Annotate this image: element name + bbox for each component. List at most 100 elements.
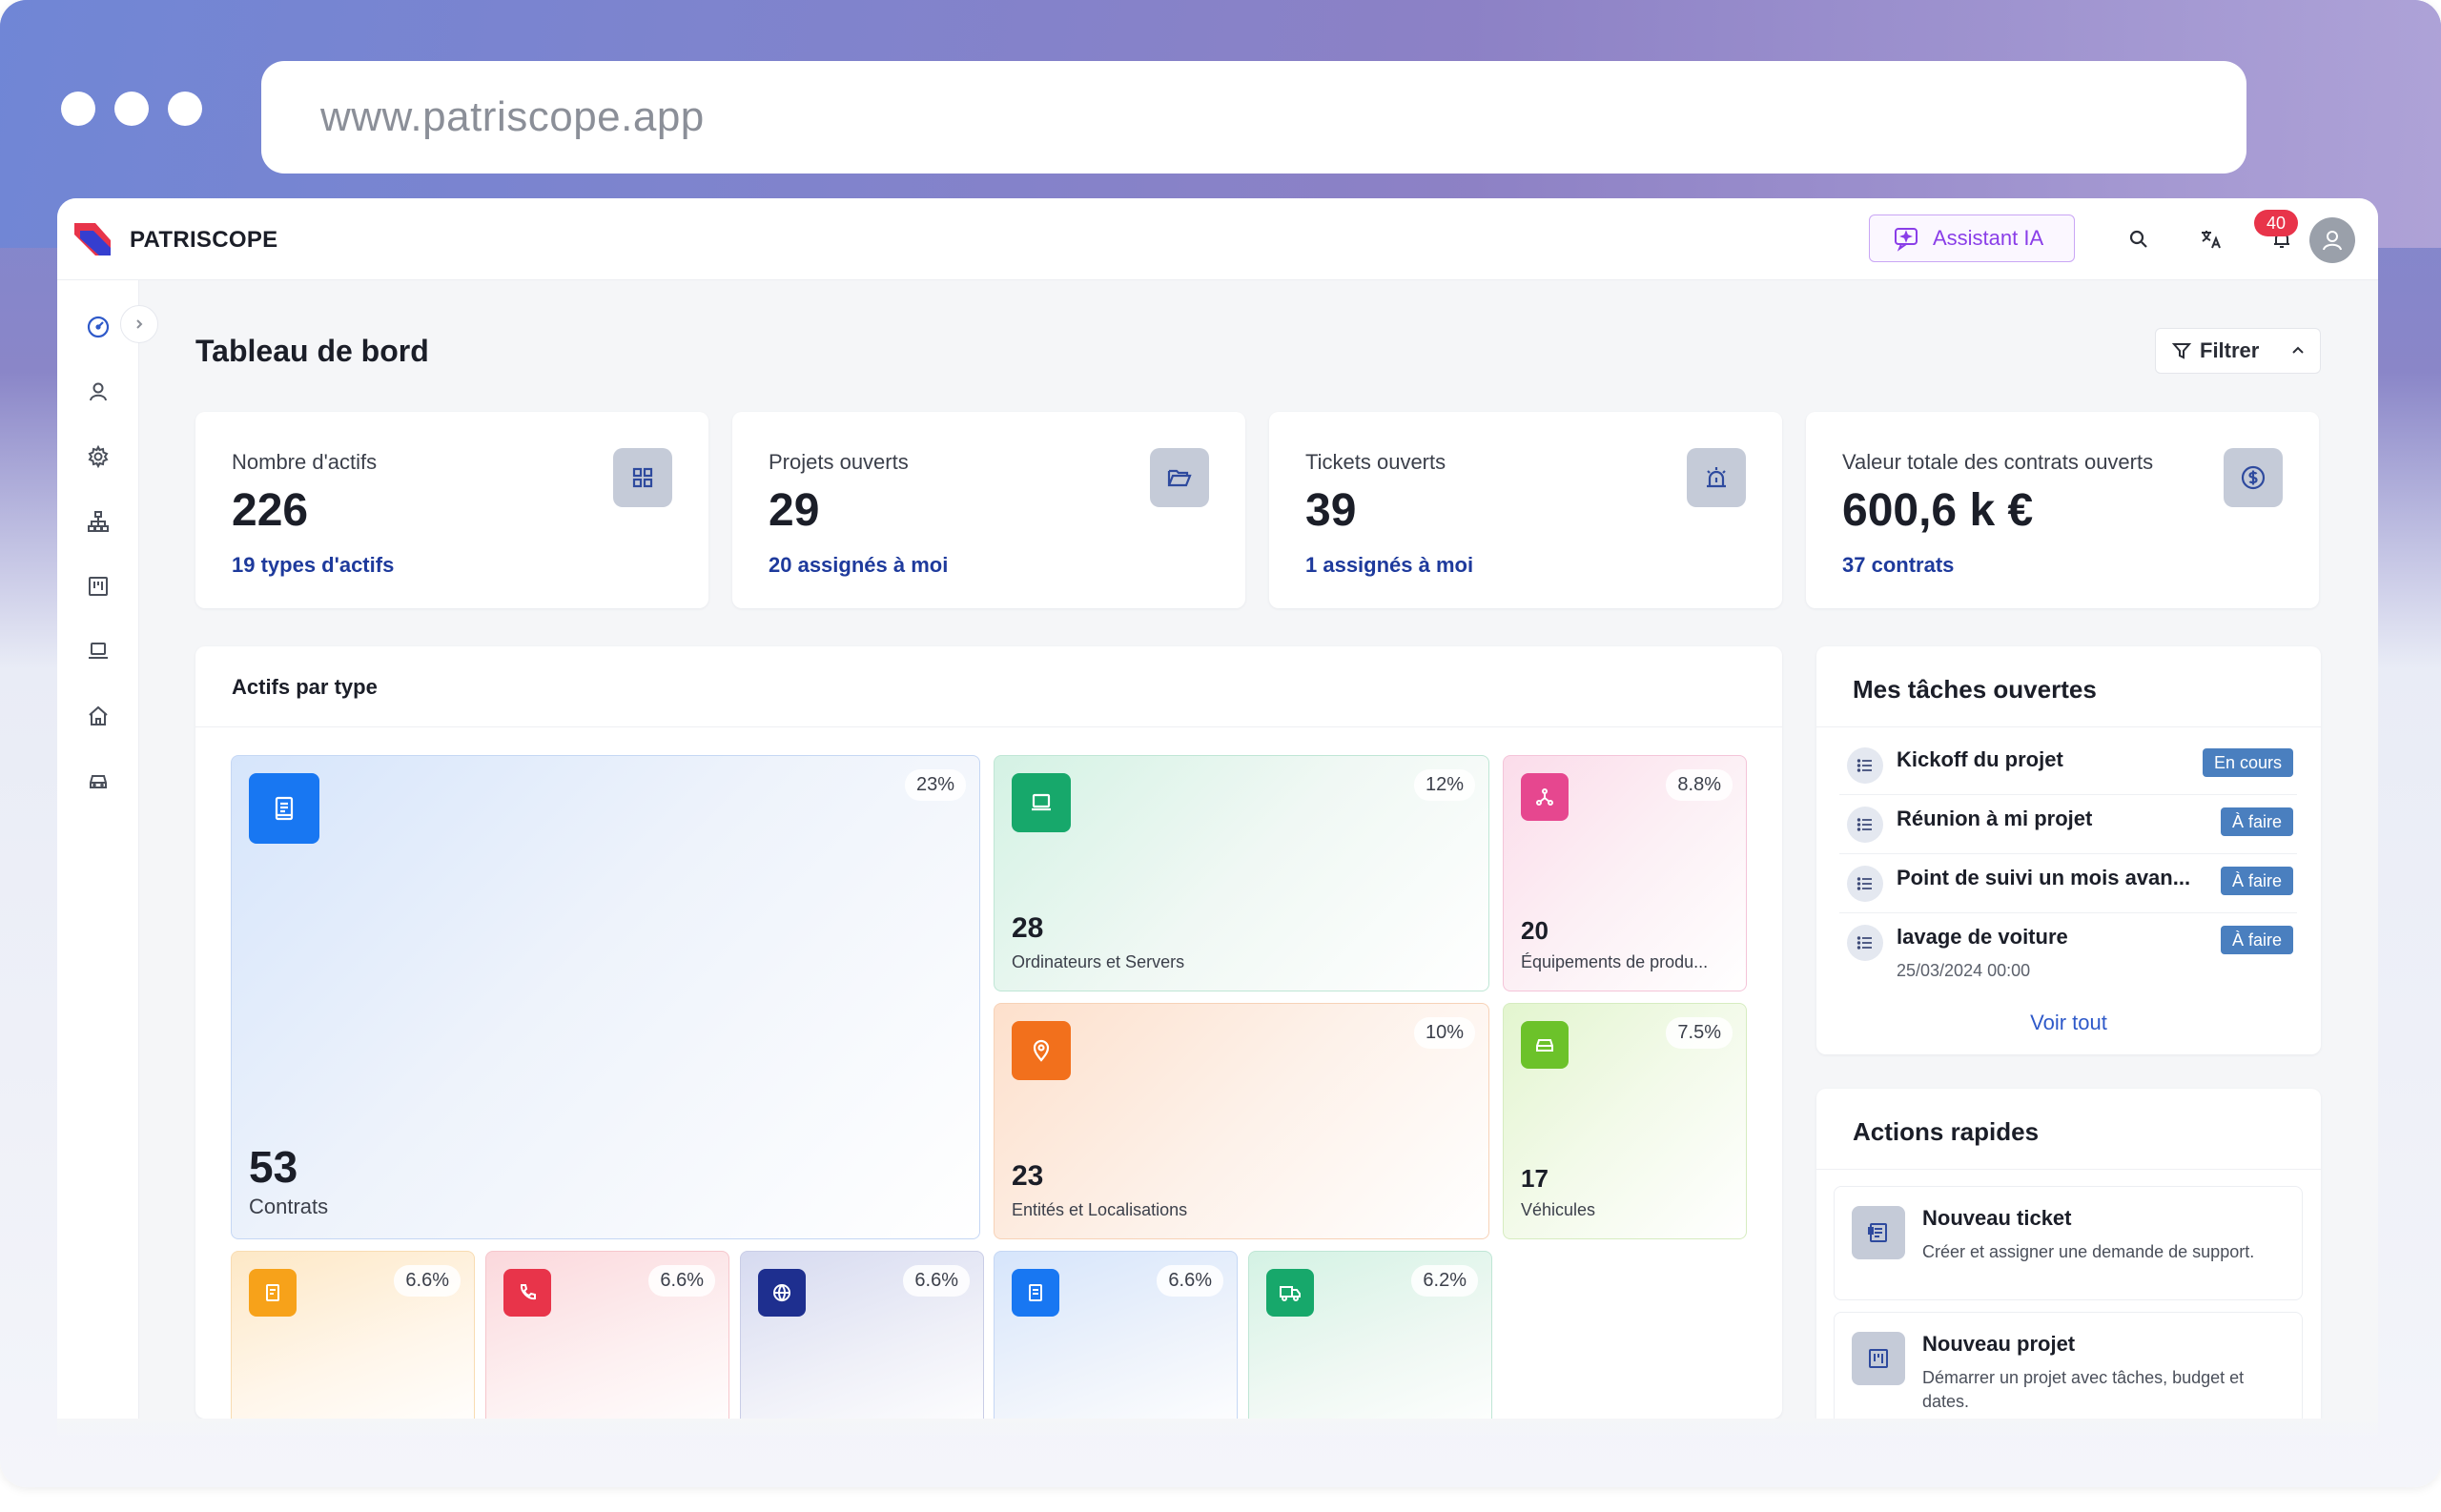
- task-row[interactable]: Point de suivi un mois avan... À faire: [1839, 854, 2297, 913]
- globe-icon: [773, 1284, 790, 1302]
- language-button[interactable]: [2193, 221, 2229, 257]
- asset-tile-computers[interactable]: 12% 28 Ordinateurs et Servers: [994, 755, 1489, 991]
- patriscope-logo[interactable]: [71, 217, 114, 261]
- tile-percentage: 6.6%: [394, 1265, 461, 1297]
- tile-name: Ordinateurs et Servers: [1012, 952, 1185, 971]
- panel-title: Actifs par type: [232, 675, 378, 699]
- quick-action-new-ticket[interactable]: Nouveau ticket Créer et assigner une dem…: [1834, 1186, 2303, 1300]
- sidebar-item-settings[interactable]: [76, 435, 120, 479]
- list-icon: [1856, 936, 1872, 950]
- status-badge: À faire: [2220, 926, 2293, 954]
- window-dot-close[interactable]: [61, 92, 95, 126]
- asset-tile-equipment[interactable]: 8.8% 20 Équipements de produ...: [1503, 755, 1747, 991]
- sidebar-item-dashboard[interactable]: [76, 305, 120, 349]
- gear-icon: [88, 445, 109, 468]
- tile-name: Entités et Localisations: [1012, 1200, 1188, 1219]
- tile-percentage: 8.8%: [1666, 769, 1733, 801]
- asset-tile-phones[interactable]: 6.6%: [485, 1251, 729, 1419]
- asset-tile-web[interactable]: 6.6%: [740, 1251, 984, 1419]
- quick-action-new-project[interactable]: Nouveau projet Démarrer un projet avec t…: [1834, 1312, 2303, 1419]
- grid-icon: [632, 467, 653, 488]
- tile-icon-box: [1521, 1021, 1569, 1069]
- task-icon-box: [1847, 866, 1883, 902]
- sidebar: [57, 280, 139, 1419]
- sidebar-item-vehicles[interactable]: [76, 759, 120, 803]
- asset-tile-vehicles[interactable]: 7.5% 17 Véhicules: [1503, 1003, 1747, 1239]
- stat-card-assets[interactable]: Nombre d'actifs 226 19 types d'actifs: [195, 412, 708, 608]
- action-icon-box: [1852, 1206, 1905, 1259]
- sidebar-item-organization[interactable]: [76, 500, 120, 543]
- filter-label: Filtrer: [2200, 338, 2260, 362]
- sidebar-item-locations[interactable]: [76, 694, 120, 738]
- sidebar-item-projects[interactable]: [76, 564, 120, 608]
- sidebar-item-users[interactable]: [76, 370, 120, 414]
- list-icon: [1856, 818, 1872, 831]
- stat-card-contracts-value[interactable]: Valeur totale des contrats ouverts 600,6…: [1806, 412, 2319, 608]
- user-icon: [2323, 231, 2342, 251]
- top-bar: PATRISCOPE Assistant IA 40: [57, 198, 2378, 280]
- laptop-icon: [1032, 793, 1051, 811]
- ticket-icon: [1868, 1223, 1887, 1242]
- tile-percentage: 12%: [1413, 769, 1475, 801]
- tile-count: 23: [1012, 1160, 1044, 1192]
- window-dot-maximize[interactable]: [168, 92, 202, 126]
- assistant-ia-label: Assistant IA: [1933, 226, 2044, 250]
- sparkle-chat-icon: [1895, 228, 1918, 252]
- stat-icon-box: [1150, 448, 1209, 507]
- task-name: Kickoff du projet: [1897, 747, 2063, 771]
- tile-icon-box: [249, 773, 319, 844]
- stat-link[interactable]: 1 assignés à moi: [1305, 553, 1473, 578]
- divider: [195, 726, 1782, 727]
- panel-title: Actions rapides: [1853, 1117, 2040, 1146]
- sidebar-item-computers[interactable]: [76, 629, 120, 673]
- stat-card-tickets[interactable]: Tickets ouverts 39 1 assignés à moi: [1269, 412, 1782, 608]
- stat-link[interactable]: 20 assignés à moi: [769, 553, 948, 578]
- asset-tile-locations[interactable]: 10% 23 Entités et Localisations: [994, 1003, 1489, 1239]
- kanban-icon: [1869, 1349, 1888, 1368]
- home-icon: [89, 705, 108, 725]
- stat-icon-box: [1687, 448, 1746, 507]
- tile-name: Véhicules: [1521, 1200, 1596, 1219]
- kanban-icon: [89, 577, 108, 596]
- address-bar[interactable]: www.patriscope.app: [261, 61, 2246, 174]
- task-row[interactable]: lavage de voiture 25/03/2024 00:00 À fai…: [1839, 913, 2297, 993]
- file-icon: [1029, 1284, 1042, 1301]
- tile-icon-box: [1521, 773, 1569, 821]
- user-icon: [90, 382, 107, 401]
- status-badge: À faire: [2220, 807, 2293, 836]
- stat-card-projects[interactable]: Projets ouverts 29 20 assignés à moi: [732, 412, 1245, 608]
- dollar-circle-icon: [2241, 465, 2266, 490]
- assistant-ia-button[interactable]: Assistant IA: [1869, 215, 2075, 262]
- stat-link[interactable]: 19 types d'actifs: [232, 553, 394, 578]
- tile-icon-box: [249, 1269, 297, 1317]
- task-row[interactable]: Réunion à mi projet À faire: [1839, 795, 2297, 854]
- phone-icon: [520, 1284, 536, 1300]
- car-icon: [1536, 1039, 1553, 1052]
- stat-value: 29: [769, 485, 820, 536]
- tile-name: Équipements de produ...: [1521, 952, 1709, 971]
- sidebar-expand-toggle[interactable]: [120, 305, 158, 343]
- filter-button[interactable]: Filtrer: [2155, 328, 2321, 374]
- tile-icon-box: [1012, 773, 1071, 832]
- action-icon-box: [1852, 1332, 1905, 1385]
- status-badge: À faire: [2220, 867, 2293, 895]
- task-row[interactable]: Kickoff du projet En cours: [1839, 736, 2297, 795]
- divider: [1816, 1169, 2321, 1170]
- divider: [1816, 726, 2321, 727]
- translate-icon: [2202, 231, 2221, 249]
- asset-tile-contracts[interactable]: 23% 53 Contrats: [231, 755, 980, 1239]
- search-button[interactable]: [2121, 221, 2157, 257]
- asset-tile-documents[interactable]: 6.6%: [994, 1251, 1238, 1419]
- page-title: Tableau de bord: [195, 334, 429, 368]
- asset-tile-receipts[interactable]: 6.6%: [231, 1251, 475, 1419]
- asset-tile-trucks[interactable]: 6.2%: [1248, 1251, 1492, 1419]
- action-title: Nouveau projet: [1922, 1332, 2076, 1356]
- user-avatar[interactable]: [2309, 217, 2355, 263]
- brand-name: PATRISCOPE: [130, 227, 278, 253]
- list-icon: [1856, 877, 1872, 890]
- window-dot-minimize[interactable]: [114, 92, 149, 126]
- see-all-link[interactable]: Voir tout: [1816, 1011, 2321, 1035]
- open-tasks-panel: Mes tâches ouvertes Kickoff du projet En…: [1816, 646, 2321, 1054]
- stat-link[interactable]: 37 contrats: [1842, 553, 1954, 578]
- bottom-fade: [57, 1419, 2378, 1438]
